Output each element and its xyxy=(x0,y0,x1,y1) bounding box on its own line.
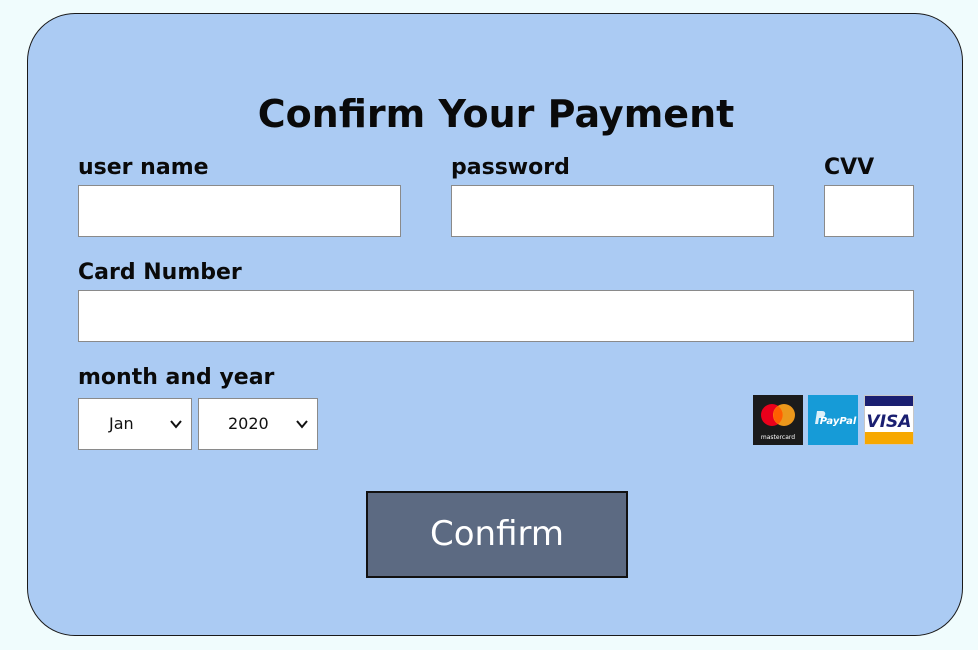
expiry-label: month and year xyxy=(78,365,275,390)
password-label: password xyxy=(451,155,570,180)
paypal-logo: PayPal xyxy=(808,395,858,445)
month-select[interactable]: Jan xyxy=(78,398,192,450)
visa-logo: VISA xyxy=(864,395,914,445)
visa-text: VISA xyxy=(867,412,912,432)
card-number-field[interactable] xyxy=(78,290,914,342)
year-select[interactable]: 2020 xyxy=(198,398,318,450)
mastercard-text: mastercard xyxy=(761,434,795,441)
username-field[interactable] xyxy=(78,185,401,237)
card-number-label: Card Number xyxy=(78,260,242,285)
mastercard-logo: mastercard xyxy=(753,395,803,445)
cvv-field[interactable] xyxy=(824,185,914,237)
password-field[interactable] xyxy=(451,185,774,237)
chevron-down-icon xyxy=(170,420,182,429)
cvv-label: CVV xyxy=(824,155,875,180)
year-select-value: 2020 xyxy=(228,414,269,433)
payment-methods: mastercard PayPal VISA xyxy=(753,395,915,445)
payment-card: Confirm Your Payment user name password … xyxy=(27,13,963,636)
paypal-text: PayPal xyxy=(820,416,857,427)
page-title: Confirm Your Payment xyxy=(257,92,735,136)
chevron-down-icon xyxy=(296,420,308,429)
month-select-value: Jan xyxy=(109,414,134,433)
confirm-button[interactable]: Confirm xyxy=(366,491,628,578)
username-label: user name xyxy=(78,155,209,180)
